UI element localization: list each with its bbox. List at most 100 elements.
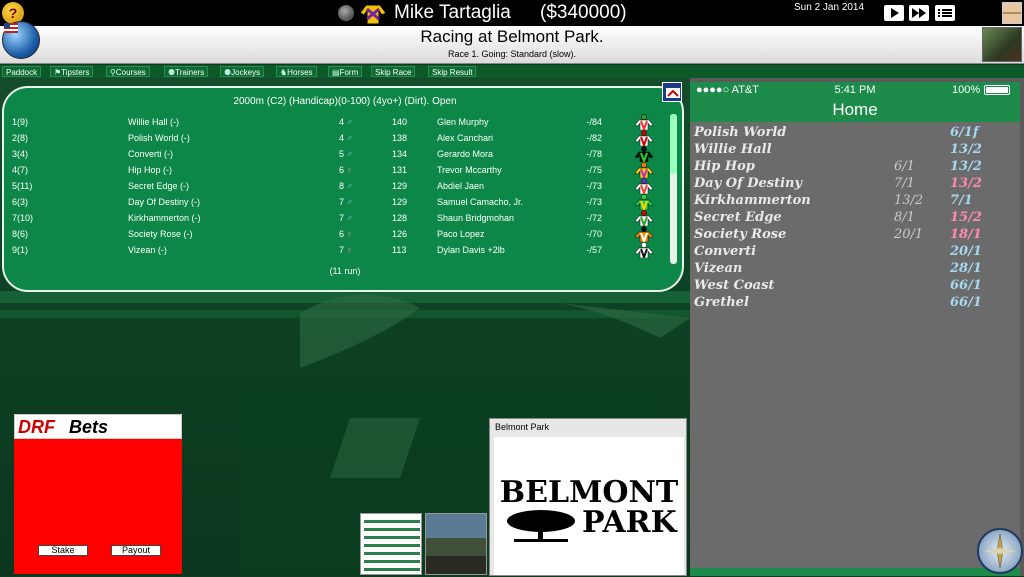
horse-rating: -/78 <box>586 149 602 159</box>
horse-name[interactable]: Willie Hall (-) <box>128 114 179 130</box>
runner-count: (11 run) <box>329 266 361 276</box>
fast-forward-icon <box>912 8 926 18</box>
phone-tab-bar <box>690 568 1020 576</box>
nav-label: Paddock <box>6 68 38 77</box>
nav-jockeys[interactable]: ⚉Jockeys <box>220 66 265 77</box>
compass-icon[interactable] <box>977 528 1023 574</box>
odds-row[interactable]: Secret Edge 8/1 15/2 <box>690 209 1020 226</box>
racecard-thumbnail[interactable] <box>360 513 422 575</box>
manager-avatar[interactable] <box>1002 2 1022 24</box>
runner-row[interactable]: 4(7) Hip Hop (-) 6 ♀ 131 Trevor Mccarthy -/75 <box>4 162 682 178</box>
carried-weight: 131 <box>392 165 408 175</box>
horse-rating: -/73 <box>586 197 602 207</box>
runner-row[interactable]: 7(10) Kirkhammerton (-) 7 ♂ 128 Shaun Bridgmo… <box>4 210 682 226</box>
odds-row[interactable]: Vizean 28/1 <box>690 260 1020 277</box>
horse-sex-icon: ♂ <box>346 181 353 191</box>
payout-button[interactable]: Payout <box>111 545 161 556</box>
jockey-name[interactable]: Paco Lopez <box>437 226 485 242</box>
nav-label: Trainers <box>175 68 205 77</box>
current-odds: 66/1 <box>950 278 982 293</box>
horse-age: 6 <box>338 165 344 175</box>
previous-odds: 20/1 <box>894 227 924 242</box>
stake-button[interactable]: Stake <box>38 545 88 556</box>
carried-weight: 140 <box>392 117 408 127</box>
horse-photo[interactable] <box>982 27 1022 62</box>
nav-label: Courses <box>115 68 146 77</box>
runner-row[interactable]: 5(11) Secret Edge (-) 8 ♂ 129 Abdiel Jaen -/73 <box>4 178 682 194</box>
horse-sex-icon: ♂ <box>346 149 353 159</box>
odds-row[interactable]: West Coast 66/1 <box>690 277 1020 294</box>
odds-row[interactable]: Day Of Destiny 7/1 13/2 <box>690 175 1020 192</box>
nav-trainers[interactable]: ⚉Trainers <box>164 66 209 77</box>
horse-name[interactable]: Day Of Destiny (-) <box>128 194 200 210</box>
stable-icon[interactable] <box>338 5 354 21</box>
horse-name[interactable]: Society Rose (-) <box>128 226 193 242</box>
horse-name[interactable]: Secret Edge (-) <box>128 178 189 194</box>
odds-row[interactable]: Kirkhammerton 13/2 7/1 <box>690 192 1020 209</box>
runner-row[interactable]: 1(9) Willie Hall (-) 4 ♂ 140 Glen Murphy -/84 <box>4 114 682 130</box>
horse-name[interactable]: Converti (-) <box>128 146 173 162</box>
trackside-graphic <box>666 88 680 98</box>
nav-label: Jockeys <box>231 68 261 77</box>
play-button[interactable] <box>884 5 904 21</box>
horse-age: 7 <box>338 197 344 207</box>
odds-row[interactable]: Society Rose 20/1 18/1 <box>690 226 1020 243</box>
thumb-line <box>364 520 420 523</box>
odds-horse-name: Grethel <box>694 295 749 310</box>
nav-skip-race[interactable]: Skip Race <box>371 66 416 77</box>
jockey-name[interactable]: Alex Canchari <box>437 130 493 146</box>
odds-horse-name: Secret Edge <box>694 210 782 225</box>
race-start-thumbnail[interactable] <box>425 513 487 575</box>
odds-horse-name: Society Rose <box>694 227 787 242</box>
fast-forward-button[interactable] <box>909 5 929 21</box>
runner-row[interactable]: 8(6) Society Rose (-) 6 ♀ 126 Paco Lopez -/70 <box>4 226 682 242</box>
current-odds: 7/1 <box>950 193 973 208</box>
runner-row[interactable]: 9(1) Vizean (-) 7 ♀ 113 Dylan Davis +2lb -/57 <box>4 242 682 258</box>
nav-courses[interactable]: ⚲Courses <box>106 66 150 77</box>
trackside-icon[interactable] <box>662 82 682 102</box>
nav-label: Tipsters <box>61 68 90 77</box>
carried-weight: 129 <box>392 197 408 207</box>
jockey-name[interactable]: Abdiel Jaen <box>437 178 484 194</box>
previous-odds: 13/2 <box>894 193 924 208</box>
scroll-thumb[interactable] <box>670 114 677 174</box>
battery-icon <box>984 85 1010 95</box>
nav-skip-result[interactable]: Skip Result <box>428 66 477 77</box>
horse-name[interactable]: Vizean (-) <box>128 242 167 258</box>
jockey-silks-icon <box>634 194 654 210</box>
runner-row[interactable]: 3(4) Converti (-) 5 ♂ 134 Gerardo Mora -/78 <box>4 146 682 162</box>
jockey-name[interactable]: Trevor Mccarthy <box>437 162 502 178</box>
horse-name[interactable]: Kirkhammerton (-) <box>128 210 201 226</box>
odds-row[interactable]: Hip Hop 6/1 13/2 <box>690 158 1020 175</box>
nav-horses[interactable]: ♞Horses <box>276 66 317 77</box>
thumb-line <box>364 560 420 563</box>
odds-row[interactable]: Converti 20/1 <box>690 243 1020 260</box>
current-odds: 15/2 <box>950 210 982 225</box>
runner-number: 6(3) <box>12 197 29 207</box>
runner-number: 8(6) <box>12 229 29 239</box>
jockey-name[interactable]: Dylan Davis +2lb <box>437 242 505 258</box>
horse-sex-icon: ♂ <box>346 197 353 207</box>
horse-rating: -/73 <box>586 181 602 191</box>
nav-paddock[interactable]: Paddock <box>2 66 42 77</box>
jockey-name[interactable]: Samuel Camacho, Jr. <box>437 194 523 210</box>
jockey-name[interactable]: Gerardo Mora <box>437 146 493 162</box>
jockey-name[interactable]: Shaun Bridgmohan <box>437 210 514 226</box>
odds-row[interactable]: Grethel 66/1 <box>690 294 1020 311</box>
nav-tipsters[interactable]: ⚑Tipsters <box>50 66 94 77</box>
jockey-name[interactable]: Glen Murphy <box>437 114 489 130</box>
runner-row[interactable]: 6(3) Day Of Destiny (-) 7 ♂ 129 Samuel Camach… <box>4 194 682 210</box>
owner-silks-icon <box>359 4 387 25</box>
race-card-scrollbar[interactable] <box>670 114 677 264</box>
horse-name[interactable]: Polish World (-) <box>128 130 190 146</box>
odds-row[interactable]: Polish World 6/1f <box>690 124 1020 141</box>
menu-button[interactable] <box>935 5 955 21</box>
horse-rating: -/57 <box>586 245 602 255</box>
nav-form[interactable]: ▤Form <box>328 66 363 77</box>
odds-horse-name: Kirkhammerton <box>694 193 811 208</box>
phone-odds-screen: ●●●●○ AT&T 5:41 PM 100% Home Polish Worl… <box>690 82 1020 576</box>
horse-name[interactable]: Hip Hop (-) <box>128 162 172 178</box>
odds-row[interactable]: Willie Hall 13/2 <box>690 141 1020 158</box>
runner-row[interactable]: 2(8) Polish World (-) 4 ♂ 138 Alex Canchari -/… <box>4 130 682 146</box>
odds-horse-name: Converti <box>694 244 757 259</box>
